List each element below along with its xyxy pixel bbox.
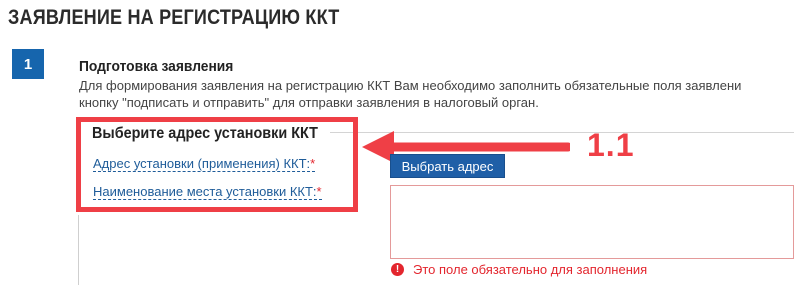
select-address-button[interactable]: Выбрать адрес	[390, 154, 505, 178]
address-field-label: Адрес установки (применения) ККТ:	[93, 156, 311, 171]
page-title: ЗАЯВЛЕНИЕ НА РЕГИСТРАЦИЮ ККТ	[8, 6, 340, 29]
section-left-border	[78, 215, 79, 285]
error-text: Это поле обязательно для заполнения	[413, 262, 648, 277]
address-field-link[interactable]: Адрес установки (применения) ККТ:*	[93, 156, 316, 172]
step-description-line-2: кнопку "подписать и отправить" для отпра…	[79, 95, 539, 110]
error-icon: !	[391, 263, 404, 276]
error-message: ! Это поле обязательно для заполнения	[391, 262, 647, 277]
step-description: Для формирования заявления на регистраци…	[79, 77, 794, 111]
step-title: Подготовка заявления	[79, 58, 234, 75]
required-mark: *	[310, 156, 316, 171]
annotation-label: 1.1	[587, 127, 635, 163]
place-field-link[interactable]: Наименование места установки ККТ:*	[93, 184, 322, 200]
place-field-label: Наименование места установки ККТ:	[93, 184, 317, 199]
required-mark: *	[316, 184, 322, 199]
step-number-badge: 1	[12, 49, 44, 79]
place-name-textarea[interactable]	[390, 185, 794, 259]
section-title: Выберите адрес установки ККТ	[92, 125, 318, 142]
step-description-line-1: Для формирования заявления на регистраци…	[79, 78, 742, 93]
